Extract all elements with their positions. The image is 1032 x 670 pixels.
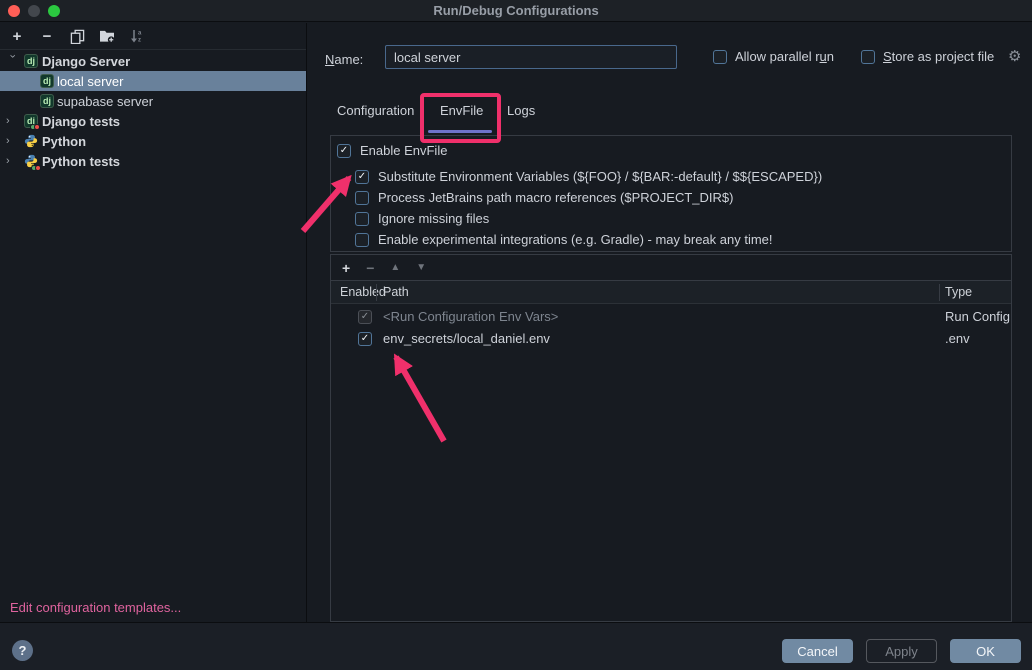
sidebar-toolbar: + − az [0, 23, 306, 50]
edit-configuration-templates-link[interactable]: Edit configuration templates... [10, 600, 181, 615]
ignore-missing-files-checkbox[interactable]: Ignore missing files [355, 211, 489, 226]
tree-item-local-server[interactable]: dj local server [0, 71, 306, 91]
checkbox-icon[interactable] [355, 233, 369, 247]
row-enabled-checkbox: ✓ [358, 310, 372, 324]
tree-item-django-server[interactable]: › dj Django Server [0, 51, 306, 71]
ok-button[interactable]: OK [950, 639, 1021, 663]
allow-parallel-run-checkbox[interactable]: Allow parallel run [713, 49, 834, 64]
experimental-integrations-checkbox[interactable]: Enable experimental integrations (e.g. G… [355, 232, 773, 247]
django-icon: dj [40, 74, 54, 88]
apply-button[interactable]: Apply [866, 639, 937, 663]
add-configuration-icon[interactable]: + [9, 28, 25, 44]
move-down-icon[interactable]: ▼ [416, 262, 426, 273]
configurations-tree: › dj Django Server dj local server dj su… [0, 51, 306, 171]
checkbox-icon[interactable] [355, 212, 369, 226]
store-as-project-file-label: Store as project file [883, 49, 994, 64]
chevron-right-icon[interactable]: › [6, 151, 18, 171]
name-input[interactable] [385, 45, 677, 69]
table-row-run-config-env-vars[interactable]: ✓ <Run Configuration Env Vars> Run Confi… [331, 306, 1011, 328]
allow-parallel-run-label: Allow parallel run [735, 49, 834, 64]
add-env-file-icon[interactable]: + [342, 260, 350, 276]
name-label: Name: [325, 52, 363, 67]
enable-envfile-checkbox[interactable]: ✓ Enable EnvFile [337, 143, 447, 158]
copy-configuration-icon[interactable] [69, 28, 85, 44]
python-icon [24, 134, 38, 148]
checkbox-icon[interactable]: ✓ [337, 144, 351, 158]
tree-item-python[interactable]: › Python [0, 131, 306, 151]
row-enabled-checkbox[interactable]: ✓ [358, 332, 372, 346]
new-folder-icon[interactable] [99, 28, 115, 44]
selected-tab-indicator [428, 130, 492, 133]
configurations-sidebar: + − az › dj Django Server dj local serve… [0, 23, 307, 622]
dialog-footer: ? Cancel Apply OK [0, 622, 1032, 670]
remove-configuration-icon[interactable]: − [39, 28, 55, 44]
column-type: Type [945, 281, 972, 304]
tab-envfile[interactable]: EnvFile [440, 103, 483, 118]
checkbox-icon[interactable] [713, 50, 727, 64]
django-icon: dj [24, 54, 38, 68]
django-icon: dj [40, 94, 54, 108]
sort-configurations-icon[interactable]: az [129, 28, 145, 44]
column-path: Path [383, 281, 409, 304]
chevron-right-icon[interactable]: › [6, 131, 18, 151]
tab-configuration[interactable]: Configuration [337, 103, 414, 118]
svg-text:a: a [138, 31, 142, 37]
column-enabled: Enabled [340, 281, 386, 304]
remove-env-file-icon[interactable]: − [366, 260, 374, 276]
cancel-button[interactable]: Cancel [782, 639, 853, 663]
table-toolbar: + − ▲ ▼ [331, 255, 1011, 281]
process-path-macro-checkbox[interactable]: Process JetBrains path macro references … [355, 190, 733, 205]
configuration-editor: Name: Allow parallel run Store as projec… [308, 23, 1032, 622]
window-title: Run/Debug Configurations [0, 0, 1032, 21]
title-bar: Run/Debug Configurations [0, 0, 1032, 22]
help-button[interactable]: ? [12, 640, 33, 661]
checkbox-icon[interactable] [861, 50, 875, 64]
tab-logs[interactable]: Logs [507, 103, 535, 118]
chevron-right-icon[interactable]: › [6, 111, 18, 131]
chevron-down-icon[interactable]: › [3, 54, 23, 66]
substitute-env-vars-checkbox[interactable]: ✓ Substitute Environment Variables (${FO… [355, 169, 822, 184]
svg-text:z: z [138, 38, 141, 44]
django-tests-icon: dj [24, 114, 38, 128]
gear-icon[interactable]: ⚙ [1008, 47, 1021, 65]
move-up-icon[interactable]: ▲ [390, 262, 400, 273]
envfile-options-panel: ✓ Enable EnvFile ✓ Substitute Environmen… [330, 135, 1012, 252]
store-as-project-file-checkbox[interactable]: Store as project file [861, 49, 994, 64]
checkbox-icon[interactable]: ✓ [355, 170, 369, 184]
env-files-table: + − ▲ ▼ Enabled Path Type ✓ <Run Configu… [330, 254, 1012, 622]
python-tests-icon [24, 154, 38, 168]
table-header: Enabled Path Type [331, 281, 1011, 304]
tree-item-supabase-server[interactable]: dj supabase server [0, 91, 306, 111]
tree-item-python-tests[interactable]: › Python tests [0, 151, 306, 171]
table-row-env-secrets[interactable]: ✓ env_secrets/local_daniel.env .env [331, 328, 1011, 350]
checkbox-icon[interactable] [355, 191, 369, 205]
tree-item-django-tests[interactable]: › dj Django tests [0, 111, 306, 131]
